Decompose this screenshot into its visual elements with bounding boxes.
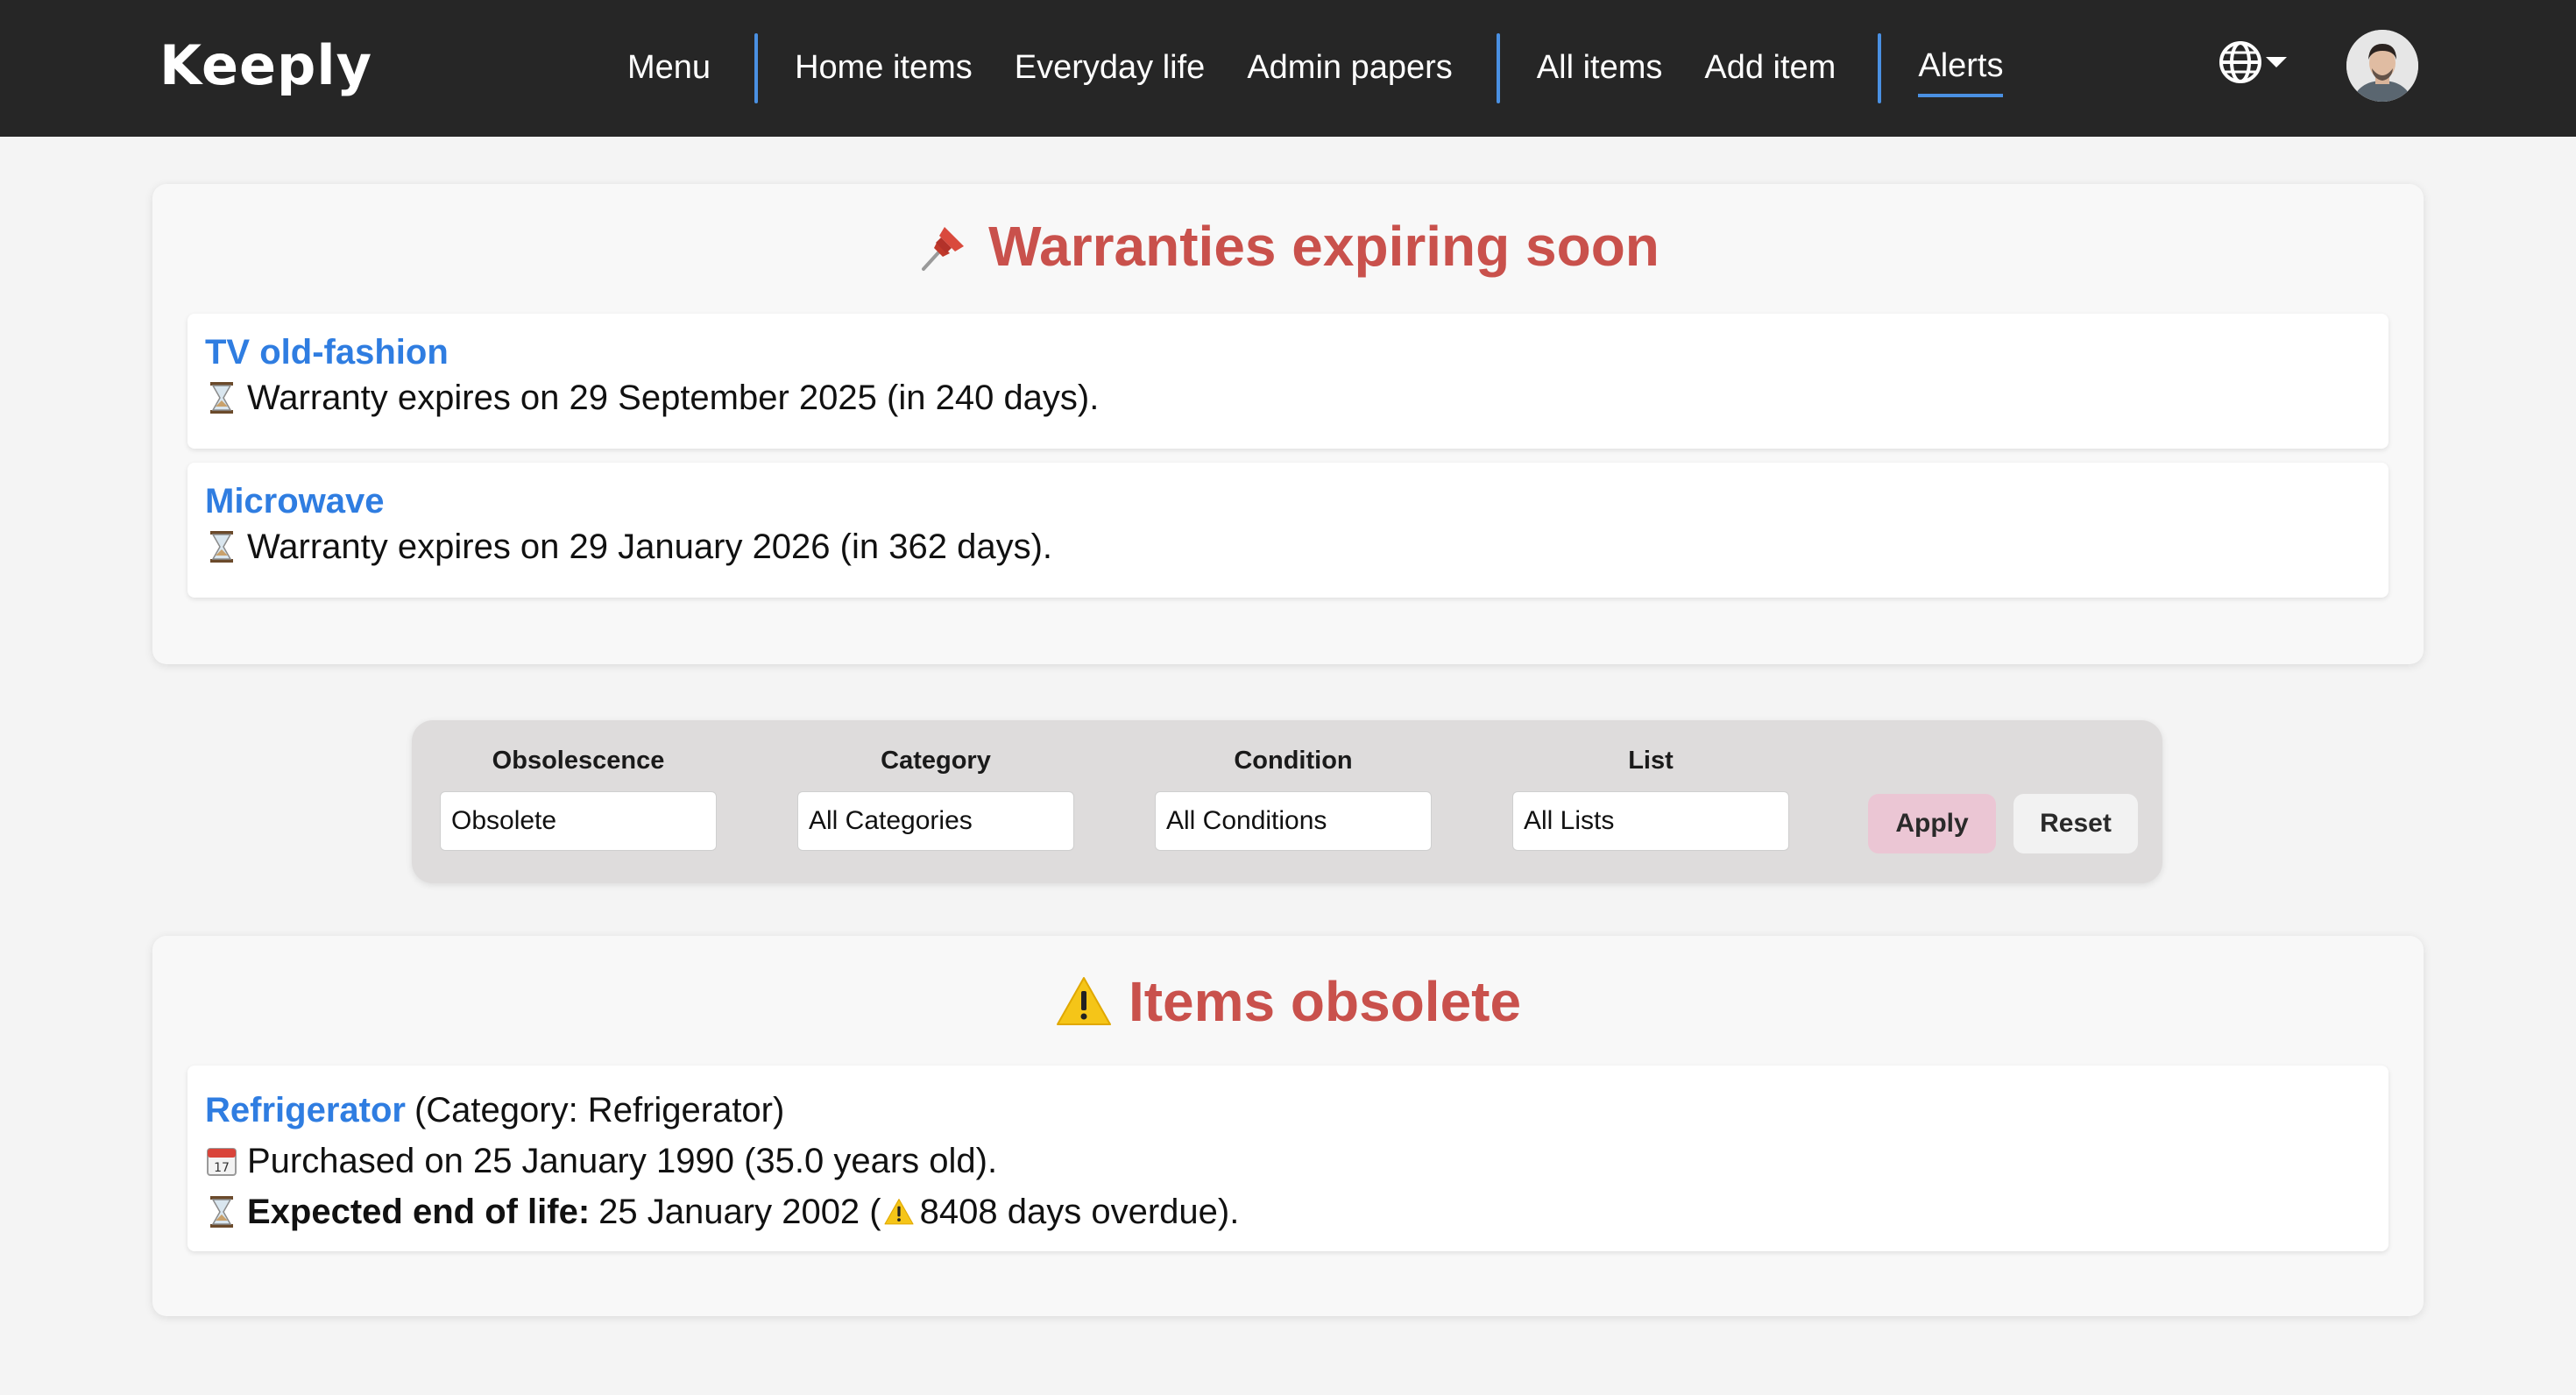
filter-condition: Condition All Conditions	[1155, 747, 1432, 851]
filter-label: Condition	[1234, 747, 1353, 775]
pushpin-icon	[922, 227, 965, 271]
list-item: TV old-fashion Warranty expires on 29 Se…	[188, 314, 2388, 449]
main-nav: Menu Home items Everyday life Admin pape…	[605, 0, 2004, 137]
eol-line: Expected end of life: 25 January 2002 ( …	[205, 1186, 2371, 1237]
reset-button[interactable]: Reset	[2013, 794, 2138, 853]
nav-add-item[interactable]: Add item	[1704, 42, 1836, 96]
filter-category: Category All Categories	[797, 747, 1074, 851]
obsolete-title: Items obsolete	[152, 969, 2424, 1034]
top-navbar: Keeply Menu Home items Everyday life Adm…	[0, 0, 2576, 137]
globe-icon	[2219, 41, 2261, 83]
list-select[interactable]: All Lists	[1512, 791, 1789, 851]
purchased-line: 17 Purchased on 25 January 1990 (35.0 ye…	[205, 1136, 2371, 1186]
calendar-icon: 17	[207, 1148, 237, 1176]
nav-divider	[754, 33, 759, 103]
hourglass-icon	[210, 1196, 233, 1228]
item-category: (Category: Refrigerator)	[414, 1091, 785, 1129]
user-avatar[interactable]	[2346, 30, 2418, 102]
obsolescence-select[interactable]: Obsolete	[440, 791, 717, 851]
eol-date: 25 January 2002 (	[598, 1193, 881, 1231]
hourglass-icon	[210, 531, 233, 563]
hourglass-icon	[210, 382, 233, 414]
purchased-text: Purchased on 25 January 1990 (35.0 years…	[247, 1142, 998, 1180]
nav-all-items[interactable]: All items	[1537, 42, 1663, 96]
warranty-text: Warranty expires on 29 September 2025 (i…	[247, 379, 1100, 417]
app-logo[interactable]: Keeply	[159, 33, 372, 97]
filter-label: Category	[881, 747, 991, 775]
warranties-title-text: Warranties expiring soon	[988, 215, 1660, 278]
obsolete-title-text: Items obsolete	[1128, 970, 1522, 1033]
caret-down-icon	[2266, 57, 2287, 67]
warranty-line: Warranty expires on 29 January 2026 (in …	[205, 521, 2371, 572]
warning-icon	[1056, 977, 1111, 1025]
filter-list: List All Lists	[1512, 747, 1789, 851]
nav-divider	[1878, 33, 1882, 103]
item-link[interactable]: Refrigerator	[205, 1085, 406, 1136]
eol-label: Expected end of life:	[247, 1193, 591, 1231]
item-link[interactable]: Microwave	[205, 482, 385, 520]
obsolete-panel: Items obsolete Refrigerator (Category: R…	[152, 936, 2424, 1316]
nav-alerts[interactable]: Alerts	[1918, 40, 2004, 97]
overdue-text: 8408 days overdue).	[919, 1193, 1240, 1231]
filter-obsolescence: Obsolescence Obsolete	[440, 747, 717, 851]
nav-everyday-life[interactable]: Everyday life	[1015, 42, 1206, 96]
language-selector[interactable]	[2219, 40, 2289, 84]
warranty-text: Warranty expires on 29 January 2026 (in …	[247, 528, 1053, 566]
condition-select[interactable]: All Conditions	[1155, 791, 1432, 851]
apply-button[interactable]: Apply	[1868, 794, 1996, 853]
nav-menu[interactable]: Menu	[627, 42, 711, 96]
warranties-panel: Warranties expiring soon TV old-fashion …	[152, 184, 2424, 664]
category-select[interactable]: All Categories	[797, 791, 1074, 851]
list-item: Microwave Warranty expires on 29 January…	[188, 463, 2388, 598]
nav-divider	[1496, 33, 1500, 103]
svg-text:17: 17	[214, 1161, 230, 1175]
filter-label: List	[1628, 747, 1674, 775]
warning-icon	[884, 1199, 914, 1225]
warranty-line: Warranty expires on 29 September 2025 (i…	[205, 372, 2371, 423]
nav-admin-papers[interactable]: Admin papers	[1247, 42, 1452, 96]
list-item: Refrigerator (Category: Refrigerator) 17…	[188, 1066, 2388, 1251]
filter-label: Obsolescence	[492, 747, 665, 775]
item-header-line: Refrigerator (Category: Refrigerator)	[205, 1085, 2371, 1136]
warranties-title: Warranties expiring soon	[152, 214, 2424, 279]
item-link[interactable]: TV old-fashion	[205, 333, 449, 372]
nav-home-items[interactable]: Home items	[795, 42, 973, 96]
avatar-icon	[2346, 30, 2418, 102]
filter-bar: Obsolescence Obsolete Category All Categ…	[412, 720, 2162, 883]
